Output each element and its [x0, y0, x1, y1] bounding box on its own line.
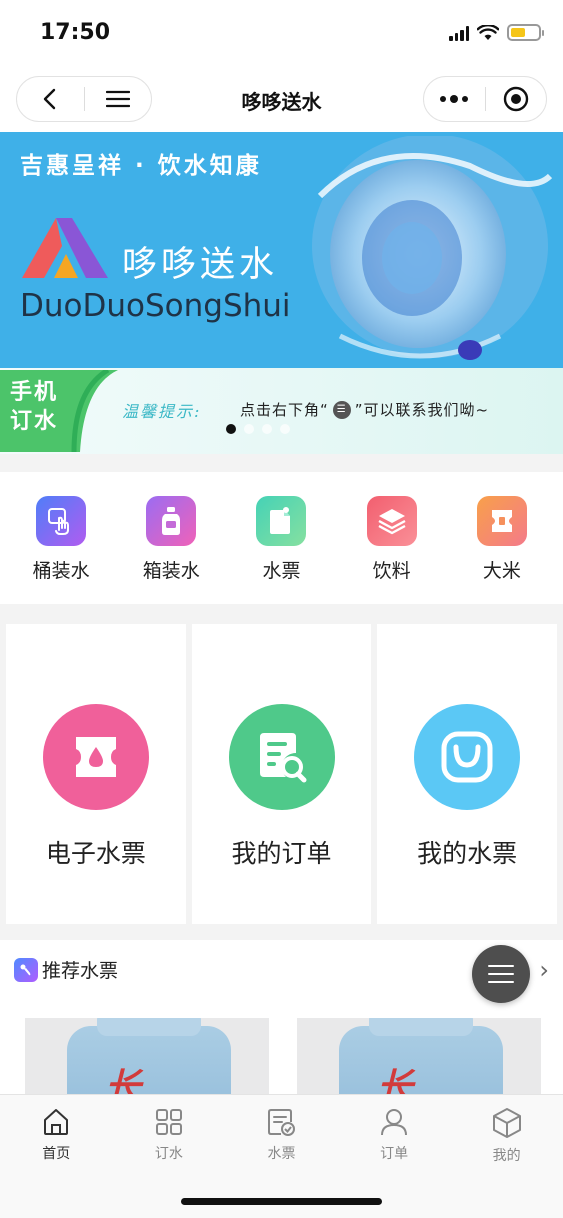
- notice-badge: 手机 订水: [10, 378, 58, 436]
- card-e-water-ticket[interactable]: 电子水票: [6, 624, 186, 924]
- user-icon: [381, 1109, 408, 1136]
- home-indicator: [181, 1198, 382, 1205]
- touch-icon: [36, 496, 87, 546]
- bottle-icon: [146, 496, 197, 546]
- card-my-orders[interactable]: 我的订单: [191, 624, 372, 924]
- menu-line: [488, 981, 514, 983]
- notice-badge-line2: 订水: [10, 409, 59, 434]
- carousel-dots: [226, 424, 290, 434]
- tab-home[interactable]: 首页: [11, 1107, 101, 1165]
- recommend-item-image[interactable]: 长: [297, 1018, 541, 1100]
- ticket-icon: [256, 496, 307, 546]
- grid-icon: [155, 1109, 182, 1135]
- tab-label: 我的: [492, 1148, 521, 1164]
- category-rice[interactable]: 大米: [454, 472, 550, 604]
- banner-carousel[interactable]: 吉惠呈祥 · 饮水知康 哆哆送水 DuoDuoSongShui: [0, 132, 563, 368]
- status-time: 17:50: [40, 20, 111, 45]
- tab-label: 订单: [380, 1146, 409, 1162]
- menu-line: [488, 965, 514, 967]
- card-label: 电子水票: [45, 839, 146, 868]
- ticket-check-icon: [268, 1109, 296, 1136]
- banner-brand-cn: 哆哆送水: [122, 245, 279, 285]
- tab-label: 订水: [154, 1146, 183, 1162]
- tab-mine[interactable]: 我的: [462, 1107, 552, 1165]
- cube-icon: [492, 1108, 521, 1138]
- nav-capsule-right: [423, 76, 547, 122]
- category-box-water[interactable]: 箱装水: [123, 472, 219, 604]
- home-icon: [44, 1109, 69, 1135]
- recommend-more-chevron-icon[interactable]: ›: [539, 956, 549, 984]
- tab-order-water[interactable]: 订水: [124, 1107, 214, 1165]
- status-icons: [449, 24, 544, 41]
- status-bar: 17:50: [0, 0, 563, 68]
- bottle-shape: [339, 1026, 503, 1100]
- feature-cards: 电子水票 我的订单 我的水票: [6, 624, 558, 924]
- notice-badge-line1: 手机: [10, 380, 59, 405]
- category-label: 箱装水: [142, 560, 200, 582]
- tab-label: 首页: [42, 1146, 71, 1162]
- tab-orders[interactable]: 订单: [349, 1107, 439, 1165]
- carousel-dot-active[interactable]: [226, 424, 236, 434]
- category-label: 水票: [262, 560, 301, 582]
- water-ticket-icon: [42, 704, 149, 810]
- menu-circle-icon: ☰: [332, 400, 351, 419]
- category-bucket-water[interactable]: 桶装水: [13, 472, 109, 604]
- carousel-dot[interactable]: [280, 424, 290, 434]
- recommend-item-image[interactable]: 长: [25, 1018, 269, 1100]
- tabs: 首页 订水 水票 订单 我的: [0, 1095, 563, 1165]
- notice-strip: 手机 订水 温馨提示: 点击右下角“ ☰ ”可以联系我们呦~: [0, 368, 563, 454]
- menu-line: [488, 973, 514, 975]
- notice-label: 温馨提示:: [122, 402, 202, 421]
- notice-text-before: 点击右下角“: [240, 401, 329, 419]
- bottle-shape: [67, 1026, 231, 1100]
- more-dots-icon: [440, 95, 469, 103]
- wifi-icon: [477, 24, 499, 40]
- recommend-header: 推荐水票: [14, 956, 118, 983]
- tab-label: 水票: [267, 1146, 296, 1162]
- tab-water-ticket[interactable]: 水票: [236, 1107, 326, 1165]
- banner-slogan: 吉惠呈祥 · 饮水知康: [20, 153, 262, 179]
- bottle-neck: [369, 1018, 473, 1036]
- bottle-neck: [97, 1018, 201, 1036]
- water-bottle-image: [312, 136, 553, 360]
- notice-text: 点击右下角“ ☰ ”可以联系我们呦~: [240, 399, 489, 420]
- carousel-dot[interactable]: [262, 424, 272, 434]
- bag-icon: [414, 704, 521, 810]
- close-miniprogram-button[interactable]: [485, 76, 546, 122]
- recommend-icon: [14, 957, 38, 982]
- recommend-title: 推荐水票: [42, 960, 119, 982]
- category-grid: 桶装水 箱装水 水票 饮料 大米: [0, 472, 563, 604]
- banner-brand-en: DuoDuoSongShui: [20, 288, 291, 324]
- app-screen: 17:50 哆哆送水 吉惠呈祥 · 饮水知康 哆哆送水 DuoDuoSongSh…: [0, 0, 563, 1218]
- layers-icon: [366, 496, 417, 546]
- category-label: 大米: [482, 560, 521, 582]
- carousel-dot[interactable]: [244, 424, 254, 434]
- card-my-water-tickets[interactable]: 我的水票: [377, 624, 558, 924]
- brand-logo-icon: [22, 218, 108, 278]
- order-search-icon: [228, 704, 335, 810]
- category-label: 桶装水: [32, 560, 90, 582]
- card-label: 我的订单: [231, 839, 332, 868]
- battery-icon: [507, 24, 544, 41]
- category-water-ticket[interactable]: 水票: [233, 472, 329, 604]
- category-drinks[interactable]: 饮料: [344, 472, 440, 604]
- signal-icon: [449, 25, 469, 41]
- notice-text-after: ”可以联系我们呦~: [354, 401, 490, 419]
- floating-contact-button[interactable]: [472, 945, 530, 1003]
- nav-bar: 哆哆送水: [0, 68, 563, 132]
- more-button[interactable]: [424, 76, 485, 122]
- card-label: 我的水票: [417, 839, 518, 868]
- rice-icon: [476, 496, 527, 546]
- target-icon: [503, 86, 528, 112]
- category-label: 饮料: [372, 560, 411, 582]
